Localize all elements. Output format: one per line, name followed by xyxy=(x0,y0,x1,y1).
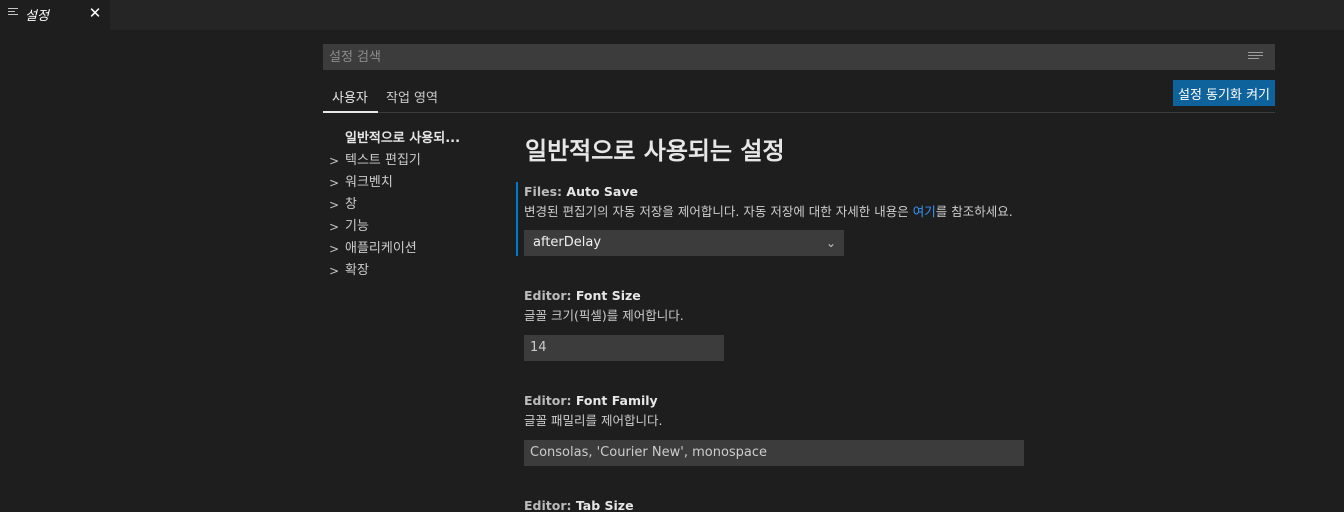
setting-name: Font Family xyxy=(575,393,658,408)
settings-tab[interactable]: 설정 ✕ xyxy=(0,0,110,30)
toc-item-label: 워크벤치 xyxy=(345,175,393,190)
settings-search-input[interactable] xyxy=(323,44,1243,70)
setting-name: Tab Size xyxy=(575,498,634,512)
setting-editor-font-size: Editor: Font Size 글꼴 크기(픽셀)를 제어합니다. 14 xyxy=(516,286,1256,361)
active-tab-underline xyxy=(323,111,378,113)
setting-category: Editor: xyxy=(524,498,576,512)
setting-name: Font Size xyxy=(575,288,641,303)
setting-files-auto-save: Files: Auto Save 변경된 편집기의 자동 저장을 제어합니다. … xyxy=(516,182,1256,256)
setting-title: Editor: Tab Size xyxy=(524,496,1256,512)
toc-item-features[interactable]: > 기능 xyxy=(323,216,503,238)
docs-link[interactable]: 여기 xyxy=(913,204,936,219)
setting-category: Editor: xyxy=(524,288,576,303)
toc-item-label: 애플리케이션 xyxy=(345,241,417,256)
toc-item-application[interactable]: > 애플리케이션 xyxy=(323,238,503,260)
auto-save-select[interactable]: afterDelay ⌄ xyxy=(524,230,844,256)
setting-category: Editor: xyxy=(524,393,576,408)
font-family-input[interactable]: Consolas, 'Courier New', monospace xyxy=(524,440,1024,466)
settings-search-box xyxy=(323,44,1275,70)
select-value: afterDelay xyxy=(533,235,602,250)
toc-item-window[interactable]: > 창 xyxy=(323,194,503,216)
tab-title: 설정 xyxy=(25,9,49,24)
setting-description: 글꼴 패밀리를 제어합니다. xyxy=(524,413,663,428)
description-text: 를 참조하세요. xyxy=(935,204,1013,219)
setting-editor-font-family: Editor: Font Family 글꼴 패밀리를 제어합니다. Conso… xyxy=(516,391,1256,466)
settings-file-icon xyxy=(8,8,18,18)
tab-user[interactable]: 사용자 xyxy=(332,87,368,106)
settings-toc: 일반적으로 사용되... > 텍스트 편집기 > 워크벤치 > 창 > 기능 >… xyxy=(323,128,503,282)
chevron-down-icon: ⌄ xyxy=(825,236,836,250)
settings-scope-tabs: 사용자 작업 영역 설정 동기화 켜기 xyxy=(323,80,1275,113)
setting-name: Auto Save xyxy=(566,184,638,199)
close-icon[interactable]: ✕ xyxy=(87,4,103,24)
toc-item-label: 기능 xyxy=(345,219,369,234)
editor-tab-bar: 설정 ✕ xyxy=(0,0,1344,30)
filter-list-icon[interactable] xyxy=(1248,52,1263,63)
tab-workspace[interactable]: 작업 영역 xyxy=(386,87,438,106)
chevron-right-icon: > xyxy=(329,220,340,234)
section-title: 일반적으로 사용되는 설정 xyxy=(525,137,785,165)
toc-item-workbench[interactable]: > 워크벤치 xyxy=(323,172,503,194)
setting-description: 변경된 편집기의 자동 저장을 제어합니다. 자동 저장에 대한 자세한 내용은… xyxy=(524,202,1256,222)
toc-item-text-editor[interactable]: > 텍스트 편집기 xyxy=(323,150,503,172)
toc-item-commonly-used[interactable]: 일반적으로 사용되... xyxy=(323,128,503,150)
toc-item-label: 일반적으로 사용되... xyxy=(345,131,461,146)
setting-editor-tab-size: Editor: Tab Size xyxy=(516,496,1256,512)
font-size-input[interactable]: 14 xyxy=(524,335,724,361)
toc-item-label: 창 xyxy=(345,197,357,212)
toc-item-label: 확장 xyxy=(345,263,369,278)
toc-item-extensions[interactable]: > 확장 xyxy=(323,260,503,282)
setting-title: Editor: Font Family xyxy=(524,391,1256,411)
setting-description: 글꼴 크기(픽셀)를 제어합니다. xyxy=(524,308,684,323)
toc-item-label: 텍스트 편집기 xyxy=(345,153,421,168)
chevron-right-icon: > xyxy=(329,264,340,278)
chevron-right-icon: > xyxy=(329,242,340,256)
setting-title: Editor: Font Size xyxy=(524,286,1256,306)
sync-settings-button[interactable]: 설정 동기화 켜기 xyxy=(1173,80,1275,106)
setting-category: Files: xyxy=(524,184,567,199)
chevron-right-icon: > xyxy=(329,154,340,168)
setting-title: Files: Auto Save xyxy=(524,182,1256,202)
chevron-right-icon: > xyxy=(329,198,340,212)
description-text: 변경된 편집기의 자동 저장을 제어합니다. 자동 저장에 대한 자세한 내용은 xyxy=(524,204,913,219)
chevron-right-icon: > xyxy=(329,176,340,190)
